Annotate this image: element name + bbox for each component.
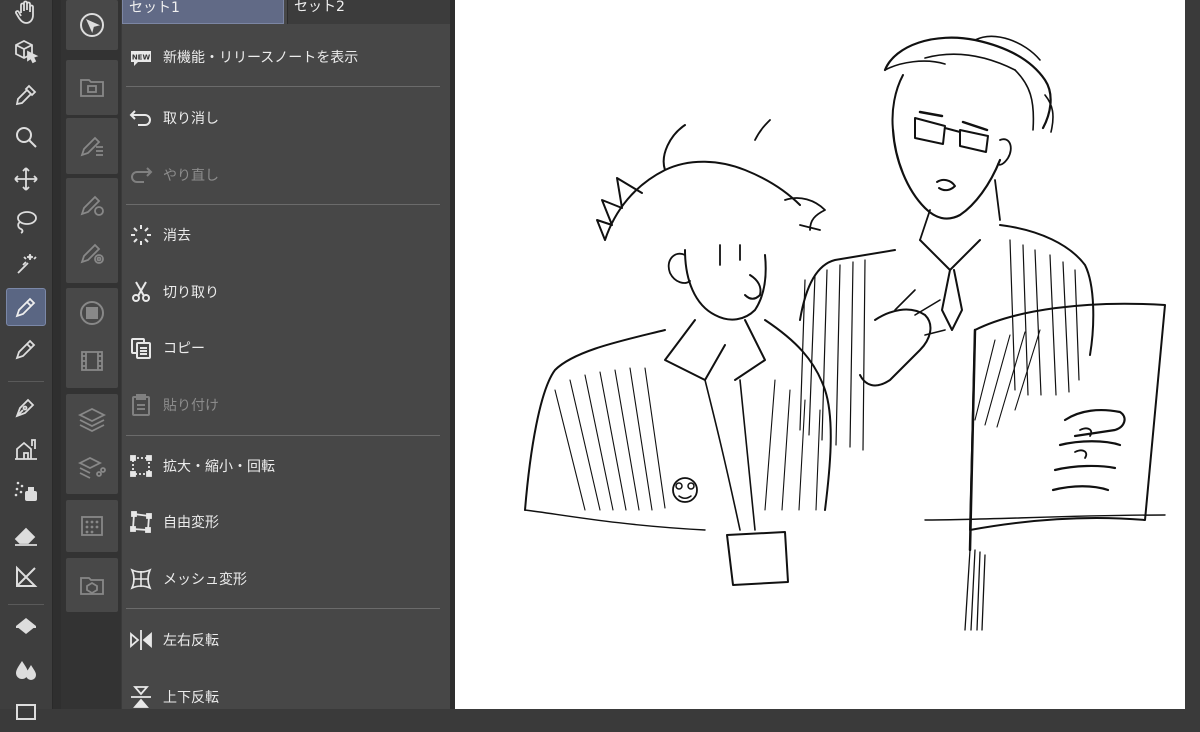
- flip-vertical-icon: [128, 684, 154, 710]
- decoration-icon[interactable]: [6, 430, 46, 468]
- lasso-icon[interactable]: [6, 202, 46, 240]
- canvas-margin: [1185, 0, 1200, 709]
- flip-horizontal-icon: [128, 627, 154, 653]
- menu-item-label: 上下反転: [163, 690, 219, 706]
- menu-item-label: コピー: [163, 341, 205, 357]
- palette-group: [66, 558, 118, 612]
- new-badge-text: NEW: [132, 54, 151, 62]
- menu-item-label: やり直し: [163, 168, 219, 184]
- menu-item-flip-vertical[interactable]: 上下反転: [126, 677, 442, 717]
- undo-icon: [128, 105, 154, 131]
- material-folder-icon[interactable]: [75, 70, 109, 104]
- clear-icon: [128, 222, 154, 248]
- menu-item-release-notes[interactable]: NEW 新機能・リリースノートを表示: [126, 37, 442, 77]
- menu-item-flip-horizontal[interactable]: 左右反転: [126, 620, 442, 660]
- menu-item-label: 拡大・縮小・回転: [163, 459, 275, 475]
- sub-tool-detail-icon[interactable]: [75, 129, 109, 163]
- palette-group: [66, 0, 118, 50]
- menu-item-cut[interactable]: 切り取り: [126, 272, 442, 312]
- move-arrows-icon[interactable]: [6, 160, 46, 198]
- palette-group: [66, 118, 118, 174]
- tab-set-1[interactable]: セット1: [122, 0, 284, 24]
- menu-divider: [126, 435, 440, 436]
- color-circle-icon[interactable]: [75, 296, 109, 330]
- menu-item-label: 左右反転: [163, 633, 219, 649]
- new-badge-icon: NEW: [128, 44, 154, 70]
- command-set-tabs: セット1 セット2: [122, 0, 450, 24]
- menu-divider: [126, 86, 440, 87]
- palette-group: [66, 178, 118, 283]
- magic-wand-icon[interactable]: [6, 244, 46, 282]
- menu-item-free-transform[interactable]: 自由変形: [126, 502, 442, 542]
- panel-gap: [53, 0, 61, 709]
- navigator-icon[interactable]: [75, 509, 109, 543]
- menu-item-label: 消去: [163, 228, 191, 244]
- paint-bucket-icon[interactable]: [6, 608, 46, 646]
- menu-divider: [126, 204, 440, 205]
- menu-item-label: 切り取り: [163, 285, 219, 301]
- quick-access-icon[interactable]: [75, 8, 109, 42]
- menu-item-label: 取り消し: [163, 111, 219, 127]
- menu-item-label: 自由変形: [163, 515, 219, 531]
- ruler-icon[interactable]: [6, 558, 46, 596]
- eraser-icon[interactable]: [6, 516, 46, 554]
- palette-bar: [61, 0, 121, 709]
- tool-palette: [0, 0, 53, 720]
- paste-icon: [128, 392, 154, 418]
- magnifier-icon[interactable]: [6, 118, 46, 156]
- free-transform-icon: [128, 509, 154, 535]
- pen-icon[interactable]: [6, 288, 46, 326]
- copy-icon: [128, 335, 154, 361]
- menu-item-undo[interactable]: 取り消し: [126, 98, 442, 138]
- palette-group: [66, 500, 118, 552]
- menu-item-label: 貼り付け: [163, 398, 219, 414]
- menu-item-label: メッシュ変形: [163, 572, 247, 588]
- mesh-transform-icon: [128, 566, 154, 592]
- item-bank-icon[interactable]: [75, 568, 109, 602]
- eyedropper-icon[interactable]: [6, 76, 46, 114]
- airbrush-icon[interactable]: [6, 472, 46, 510]
- command-bar-menu: セット1 セット2 NEW 新機能・リリースノートを表示 取り消し やり直し 消…: [122, 0, 450, 709]
- pencil-icon[interactable]: [6, 330, 46, 368]
- object-select-icon[interactable]: [6, 32, 46, 70]
- menu-item-copy[interactable]: コピー: [126, 328, 442, 368]
- brush-size-icon[interactable]: [75, 236, 109, 270]
- tool-property-icon[interactable]: [75, 188, 109, 222]
- layer-icon[interactable]: [75, 402, 109, 436]
- hand-icon[interactable]: [6, 0, 46, 32]
- more-tools-icon[interactable]: [6, 694, 46, 732]
- sketch-artwork: [524, 35, 1166, 631]
- scissors-icon: [128, 279, 154, 305]
- transform-icon: [128, 453, 154, 479]
- layer-property-icon[interactable]: [75, 450, 109, 484]
- animation-timeline-icon[interactable]: [75, 344, 109, 378]
- redo-icon: [128, 162, 154, 188]
- tab-set-2[interactable]: セット2: [287, 0, 450, 24]
- menu-item-mesh-transform[interactable]: メッシュ変形: [126, 559, 442, 599]
- drawing-canvas[interactable]: [455, 0, 1185, 709]
- fountain-pen-icon[interactable]: [6, 388, 46, 426]
- palette-group: [66, 60, 118, 115]
- palette-group: [66, 288, 118, 388]
- menu-divider: [126, 608, 440, 609]
- menu-item-clear[interactable]: 消去: [126, 215, 442, 255]
- palette-group: [66, 394, 118, 494]
- menu-item-paste[interactable]: 貼り付け: [126, 385, 442, 425]
- blend-drops-icon[interactable]: [6, 650, 46, 688]
- menu-item-redo[interactable]: やり直し: [126, 155, 442, 195]
- menu-item-scale-rotate[interactable]: 拡大・縮小・回転: [126, 446, 442, 486]
- menu-item-label: 新機能・リリースノートを表示: [163, 50, 359, 66]
